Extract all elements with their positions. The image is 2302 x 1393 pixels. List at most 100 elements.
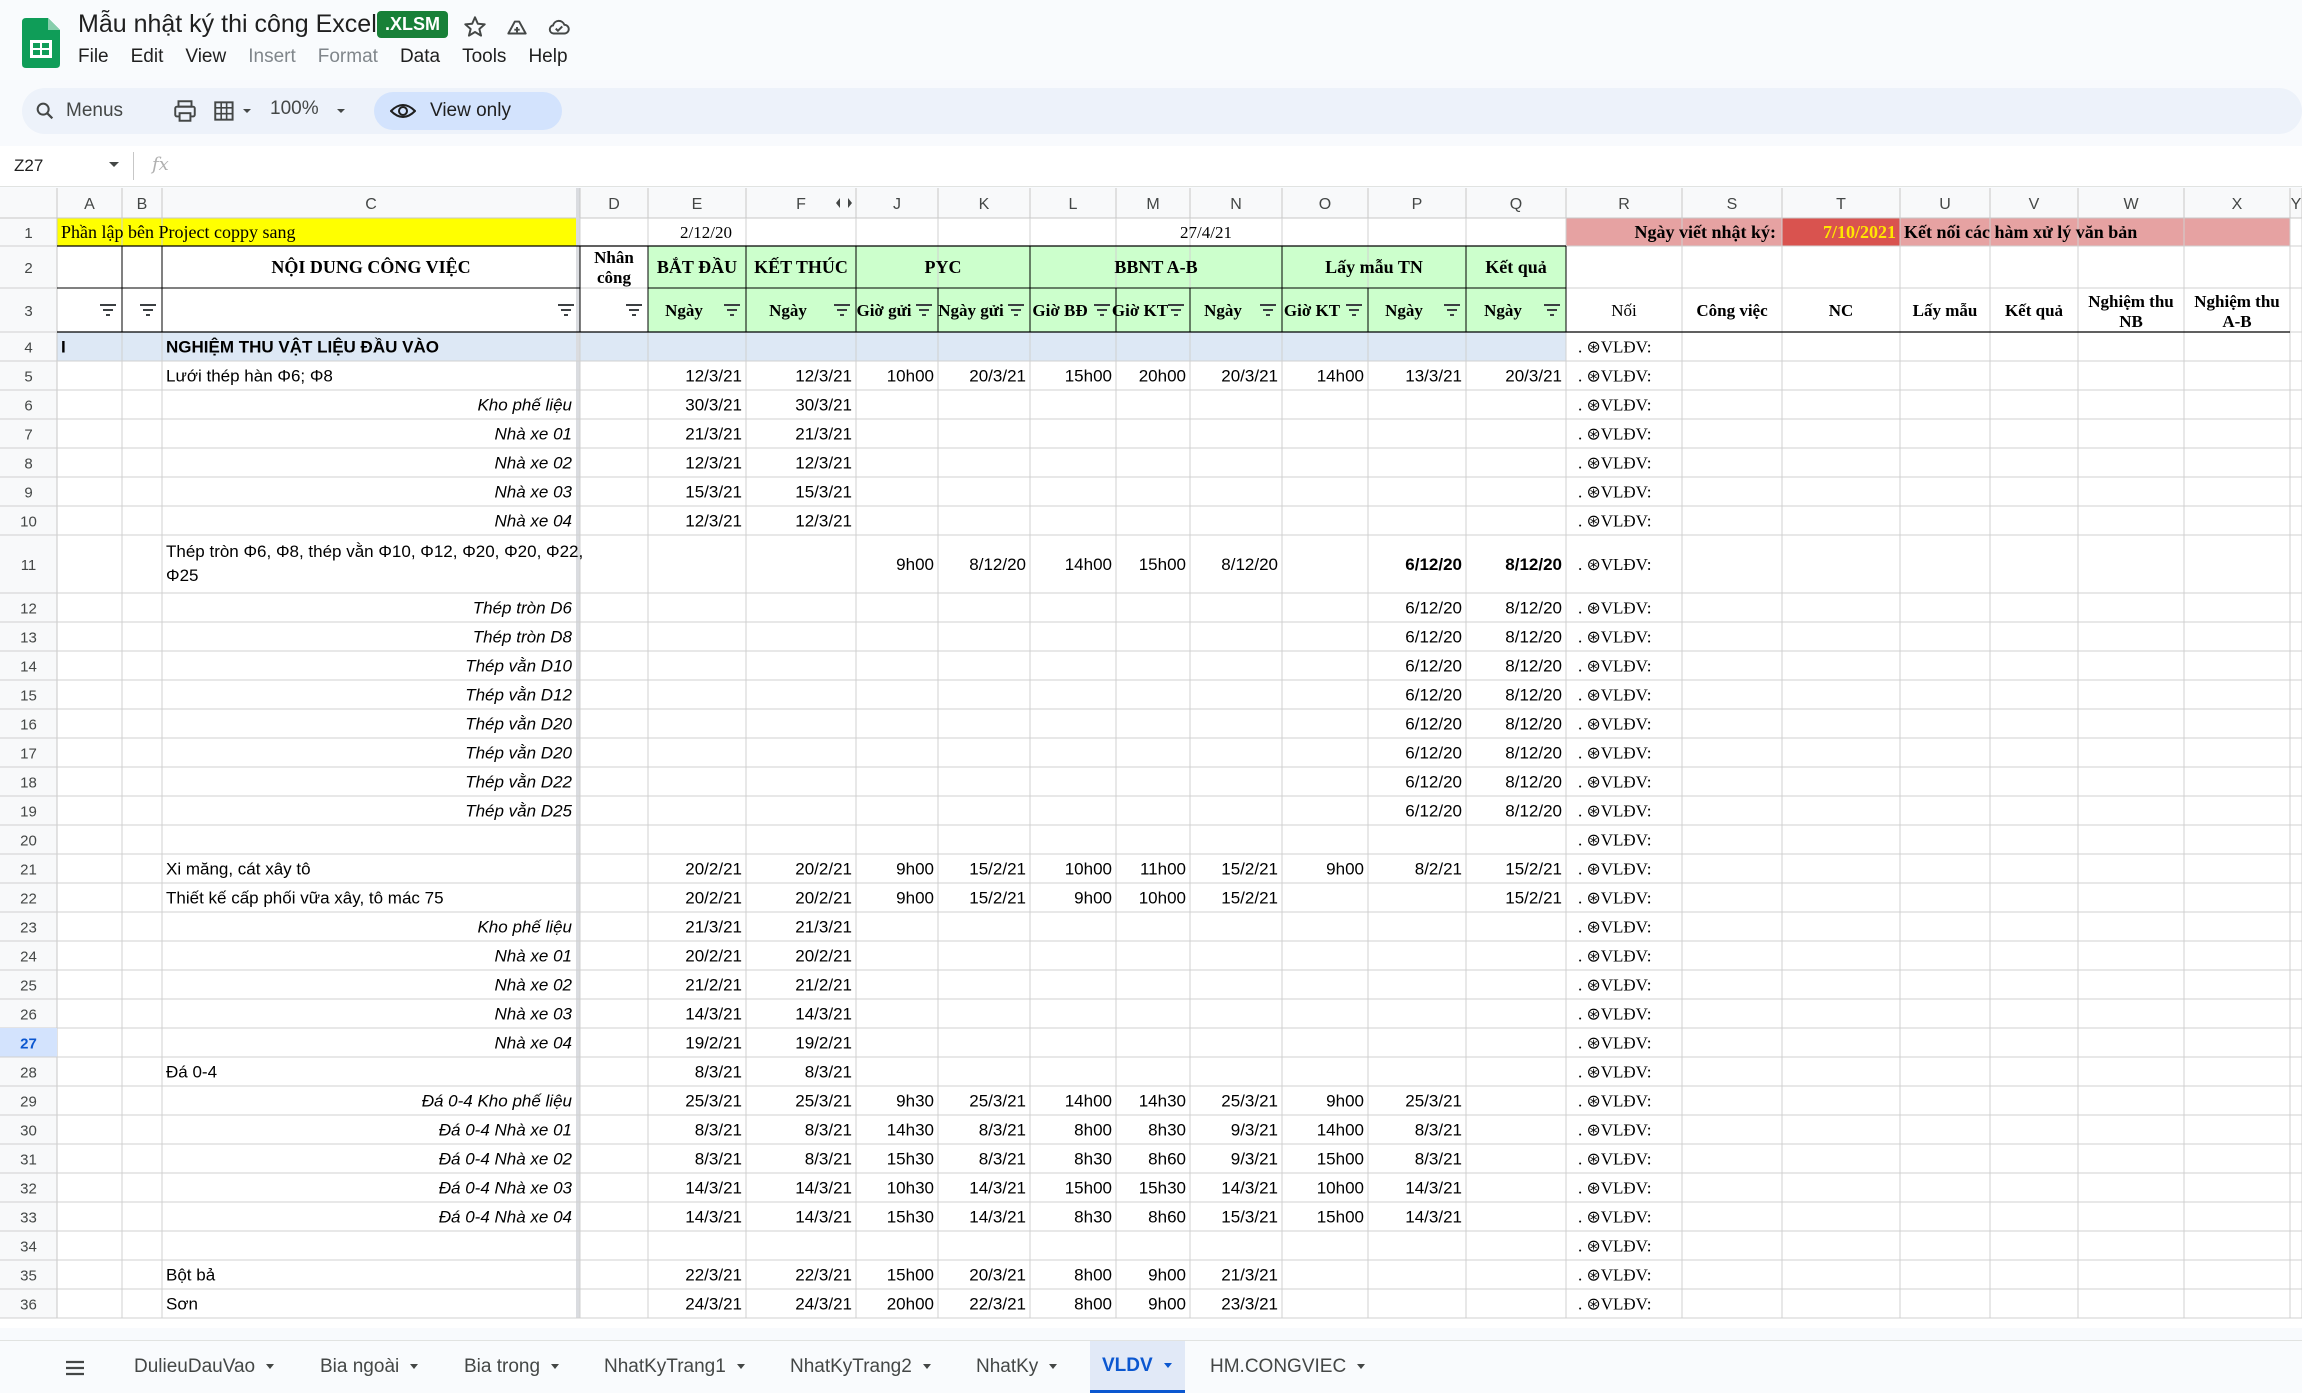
sheet-tab-label: Bia trong xyxy=(464,1356,541,1377)
tab-dropdown-icon[interactable] xyxy=(409,1363,419,1371)
cell-k: 15/2/21 xyxy=(969,889,1026,908)
cell-c-subitem: Thép vằn D12 xyxy=(465,686,572,705)
menu-file[interactable]: File xyxy=(78,46,109,68)
sheet-tab-bia-trong[interactable]: Bia trong xyxy=(452,1341,572,1393)
sheet-tab-nhatkytrang2[interactable]: NhatKyTrang2 xyxy=(778,1341,944,1393)
sheet-tab-hm-congviec[interactable]: HM.CONGVIEC xyxy=(1198,1341,1378,1393)
cell-e: 21/3/21 xyxy=(685,425,742,444)
tab-dropdown-icon[interactable] xyxy=(550,1363,560,1371)
cell-m: 8h60 xyxy=(1148,1208,1186,1227)
sheets-logo-icon[interactable] xyxy=(22,18,60,68)
grid-canvas[interactable]: A B C D E F J K L M N O P Q R S T U V W X Y123456789101112131… xyxy=(0,188,2302,1328)
filter-icon[interactable] xyxy=(558,304,574,316)
subheader-o: Giờ KT xyxy=(1284,301,1341,320)
cell-k: 8/3/21 xyxy=(979,1150,1026,1169)
tab-dropdown-icon[interactable] xyxy=(922,1363,932,1371)
tab-dropdown-icon[interactable] xyxy=(1163,1362,1173,1370)
column-header-j: J xyxy=(893,196,901,213)
sheet-tab-nhatky[interactable]: NhatKy xyxy=(964,1341,1070,1393)
zoom-select[interactable]: 100% xyxy=(270,98,319,120)
cell-r: . ⊛VLĐV: xyxy=(1578,1092,1651,1111)
all-sheets-menu-icon[interactable] xyxy=(64,1359,86,1377)
format-table-icon[interactable] xyxy=(212,98,238,124)
zoom-chevron-down-icon[interactable] xyxy=(334,98,348,124)
tab-dropdown-icon[interactable] xyxy=(265,1363,275,1371)
search-icon xyxy=(36,102,54,120)
cell-k: 22/3/21 xyxy=(969,1295,1026,1314)
column-header-q: Q xyxy=(1510,196,1522,213)
cell-m: 14h30 xyxy=(1139,1092,1186,1111)
row-header-5: 5 xyxy=(24,369,32,386)
row-header-13: 13 xyxy=(20,630,37,647)
column-header-y: Y xyxy=(2291,196,2302,213)
cell-q: 8/12/20 xyxy=(1505,686,1562,705)
cell-l: 14h00 xyxy=(1065,1092,1112,1111)
row1-end-date: 27/4/21 xyxy=(1180,223,1232,242)
cell-q: 8/12/20 xyxy=(1505,555,1562,574)
filter-icon[interactable] xyxy=(140,304,156,316)
header-start: BẮT ĐẦU xyxy=(657,256,737,277)
cell-c-subitem: Nhà xe 03 xyxy=(495,1005,573,1024)
cell-r: . ⊛VLĐV: xyxy=(1578,715,1651,734)
sheet-tab-nhatkytrang1[interactable]: NhatKyTrang1 xyxy=(592,1341,758,1393)
formula-bar: Z27 fx xyxy=(0,146,2302,187)
column-header-k: K xyxy=(979,196,990,213)
menu-data[interactable]: Data xyxy=(400,46,440,68)
chevron-down-icon[interactable] xyxy=(240,98,254,124)
name-box-chevron-icon[interactable] xyxy=(108,160,120,170)
filter-icon[interactable] xyxy=(626,304,642,316)
menu-help[interactable]: Help xyxy=(528,46,567,68)
cell-e: 14/3/21 xyxy=(685,1208,742,1227)
cell-l: 10h00 xyxy=(1065,860,1112,879)
view-only-label: View only xyxy=(430,100,511,121)
column-header-b: B xyxy=(137,196,148,213)
menu-tools[interactable]: Tools xyxy=(462,46,506,68)
menus-search-button[interactable]: Menus xyxy=(34,95,123,127)
cell-p: 6/12/20 xyxy=(1405,657,1462,676)
sheet-tab-bar: DulieuDauVao Bia ngoài Bia trong NhatKyTran… xyxy=(0,1340,2302,1393)
star-icon[interactable] xyxy=(462,14,488,40)
cell-c-subitem: Đá 0-4 Nhà xe 03 xyxy=(439,1179,573,1198)
row-header-15: 15 xyxy=(20,688,37,705)
cell-r: . ⊛VLĐV: xyxy=(1578,773,1651,792)
cell-l: 14h00 xyxy=(1065,555,1112,574)
cell-q: 8/12/20 xyxy=(1505,744,1562,763)
cell-k: 8/12/20 xyxy=(969,555,1026,574)
view-only-button[interactable]: View only xyxy=(374,92,562,130)
menu-format[interactable]: Format xyxy=(318,46,378,68)
menu-view[interactable]: View xyxy=(185,46,226,68)
tab-dropdown-icon[interactable] xyxy=(736,1363,746,1371)
cell-c-line2: Φ25 xyxy=(166,566,198,585)
cell-j: 15h30 xyxy=(887,1208,934,1227)
cell-e: 8/3/21 xyxy=(695,1063,742,1082)
spreadsheet-grid[interactable]: A B C D E F J K L M N O P Q R S T U V W X Y 1 2 3 4 5 6 7 8 9 10 11 12 13 1… xyxy=(0,188,2302,1328)
cell-r: . ⊛VLĐV: xyxy=(1578,1150,1651,1169)
menu-edit[interactable]: Edit xyxy=(131,46,164,68)
move-to-drive-icon[interactable] xyxy=(504,14,530,40)
subheader-f: Ngày xyxy=(769,301,807,320)
sheet-tab-dulieudauvao[interactable]: DulieuDauVao xyxy=(122,1341,287,1393)
column-header-m: M xyxy=(1146,196,1159,213)
print-icon[interactable] xyxy=(172,98,198,124)
sheet-tab-label: NhatKyTrang1 xyxy=(604,1356,726,1377)
cell-n: 8/12/20 xyxy=(1221,555,1278,574)
cell-c-subitem: Kho phế liệu xyxy=(477,918,572,937)
header-work-content: NỘI DUNG CÔNG VIỆC xyxy=(271,256,470,277)
cell-n: 20/3/21 xyxy=(1221,367,1278,386)
filter-icon[interactable] xyxy=(100,304,116,316)
sheet-tab-vldv[interactable]: VLDV xyxy=(1090,1341,1185,1393)
menu-insert[interactable]: Insert xyxy=(248,46,296,68)
tab-dropdown-icon[interactable] xyxy=(1356,1363,1366,1371)
tab-dropdown-icon[interactable] xyxy=(1048,1363,1058,1371)
cloud-status-icon[interactable] xyxy=(546,14,572,40)
column-header-f: F xyxy=(796,196,806,213)
cell-e: 8/3/21 xyxy=(695,1121,742,1140)
sheet-tab-bia-ngo-i[interactable]: Bia ngoài xyxy=(308,1341,431,1393)
cell-c-subitem: Nhà xe 02 xyxy=(495,976,573,995)
cell-f: 14/3/21 xyxy=(795,1005,852,1024)
name-box[interactable]: Z27 xyxy=(14,156,43,176)
cell-n: 15/3/21 xyxy=(1221,1208,1278,1227)
document-title[interactable]: Mẫu nhật ký thi công Excel xyxy=(78,10,377,39)
column-header-r: R xyxy=(1618,196,1630,213)
cell-r: . ⊛VLĐV: xyxy=(1578,483,1651,502)
